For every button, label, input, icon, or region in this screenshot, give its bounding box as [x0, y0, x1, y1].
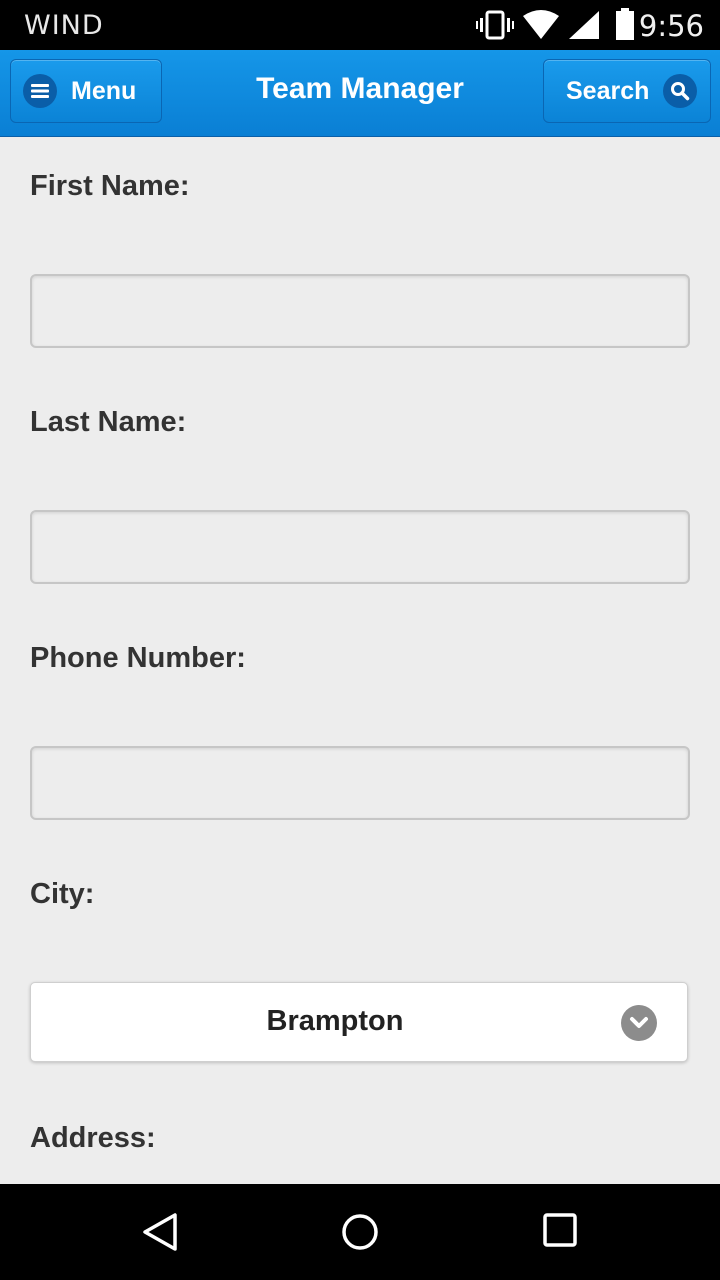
home-icon[interactable]	[340, 1212, 380, 1257]
app-header: Menu Team Manager Search	[0, 50, 720, 137]
clock: 9:56	[638, 9, 704, 43]
navigation-bar	[0, 1184, 720, 1280]
city-label: City:	[30, 878, 95, 910]
last-name-field[interactable]	[30, 510, 690, 584]
wifi-icon	[522, 10, 560, 45]
last-name-label: Last Name:	[30, 406, 187, 438]
search-icon	[663, 74, 698, 108]
phone-number-field[interactable]	[30, 746, 690, 820]
status-bar: WIND 9:56	[0, 0, 720, 50]
carrier-name: WIND	[24, 10, 104, 41]
chevron-down-icon	[621, 1005, 657, 1041]
recents-icon[interactable]	[542, 1212, 578, 1253]
vibrate-icon	[476, 10, 514, 45]
city-select[interactable]: Brampton	[30, 982, 688, 1062]
first-name-label: First Name:	[30, 170, 190, 202]
address-label: Address:	[30, 1122, 156, 1154]
city-select-value: Brampton	[266, 1005, 404, 1037]
phone-number-label: Phone Number:	[30, 642, 246, 674]
back-icon[interactable]	[140, 1212, 180, 1257]
first-name-field[interactable]	[30, 274, 690, 348]
search-button[interactable]: Search	[543, 59, 711, 123]
search-button-label: Search	[566, 76, 650, 105]
battery-icon	[614, 8, 636, 45]
signal-icon	[568, 10, 600, 45]
